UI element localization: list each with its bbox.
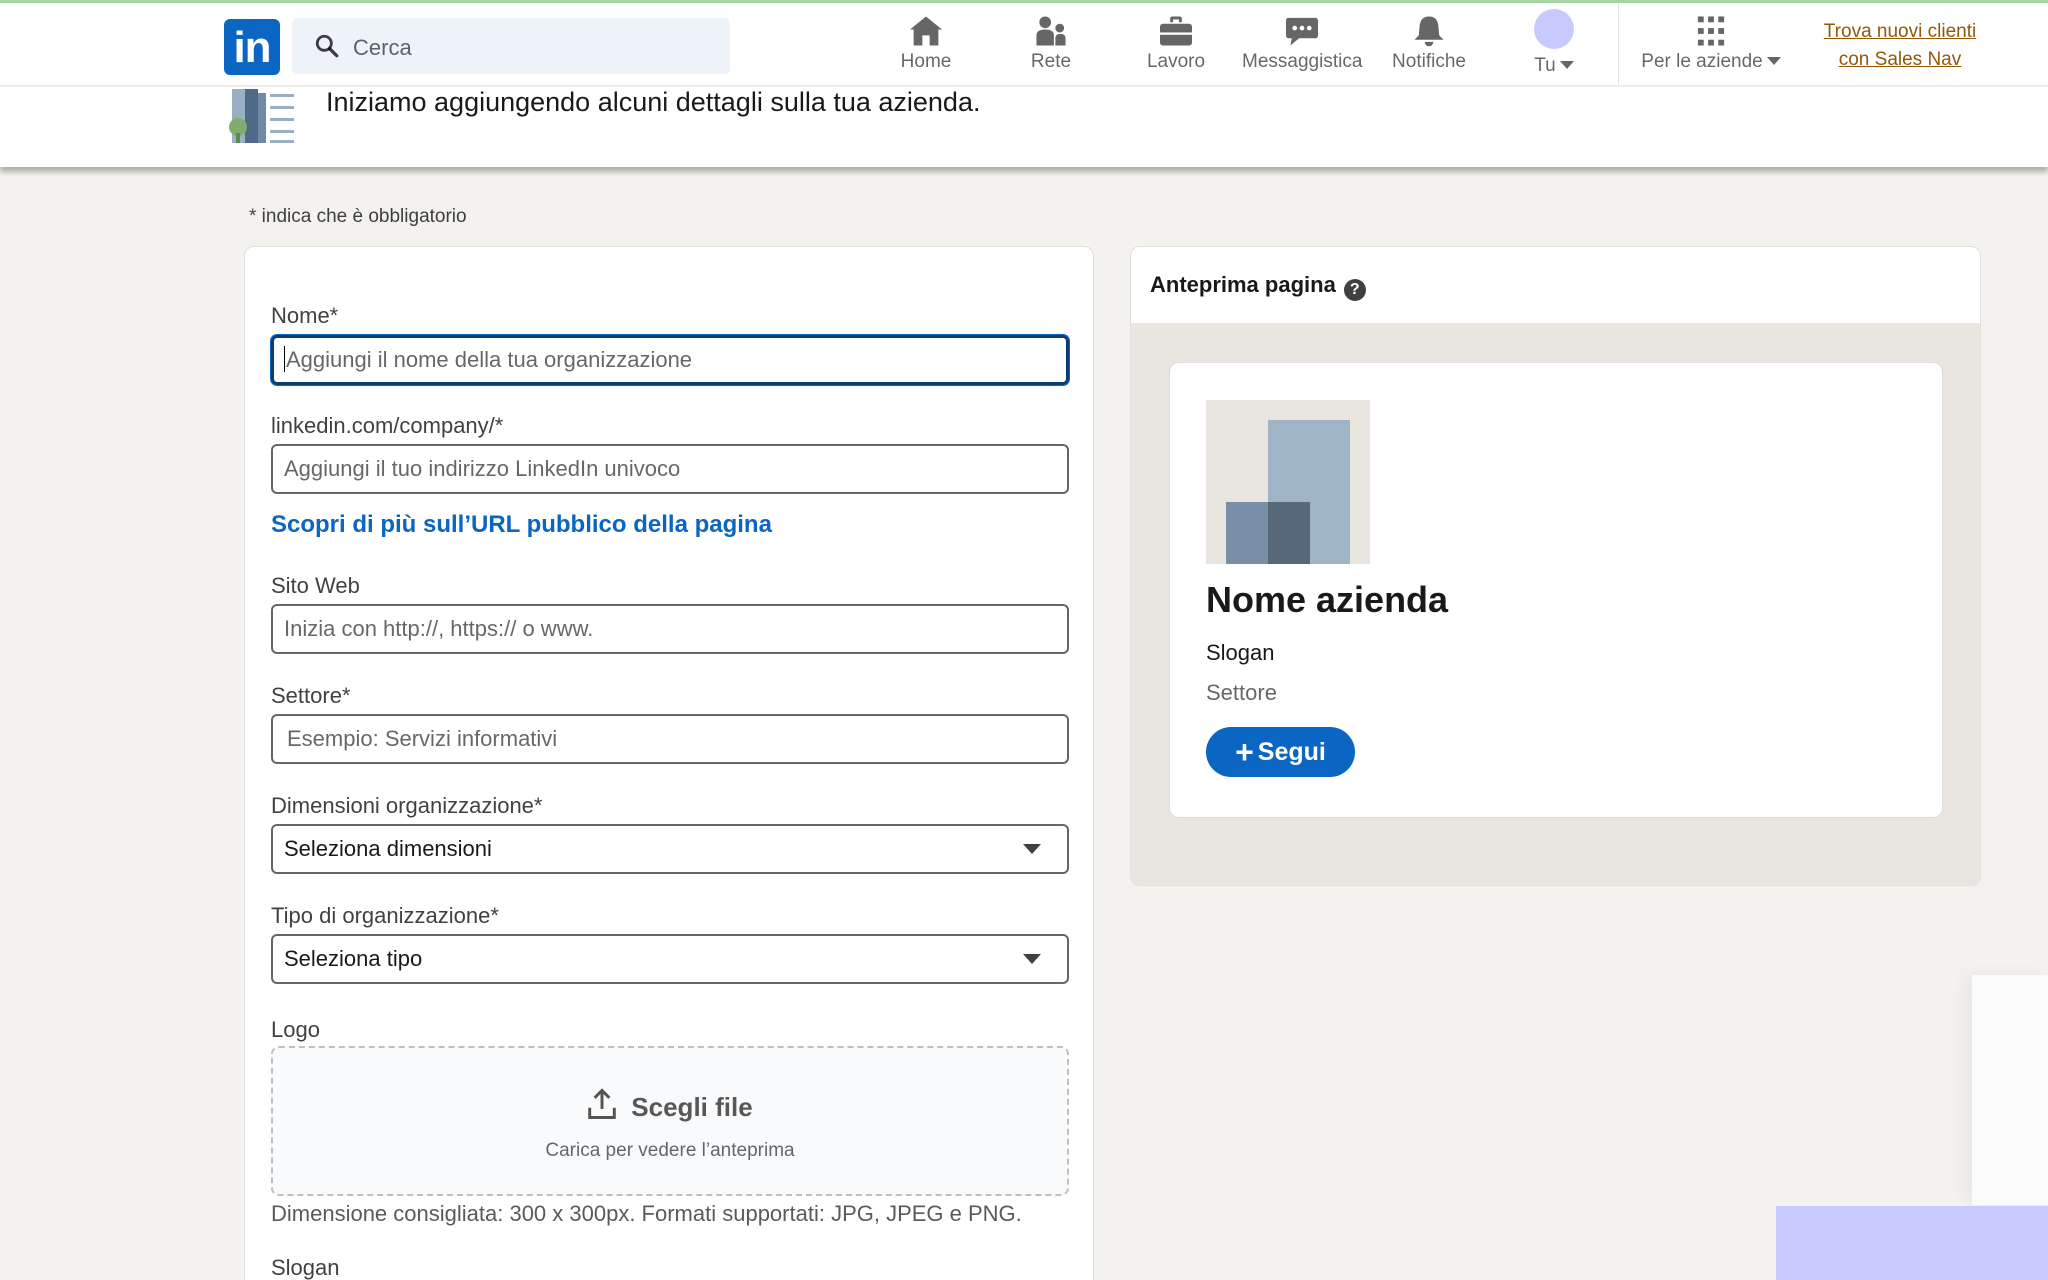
select-arrow-icon bbox=[1023, 954, 1041, 964]
choose-file-label: Scegli file bbox=[631, 1092, 753, 1122]
chevron-down-icon bbox=[1559, 61, 1574, 69]
select-arrow-icon bbox=[1023, 844, 1041, 854]
industry-input[interactable]: Esempio: Servizi informativi bbox=[271, 714, 1069, 764]
nav-jobs[interactable]: Lavoro bbox=[1116, 13, 1236, 81]
nav-notifications[interactable]: Notifiche bbox=[1369, 13, 1489, 81]
industry-label: Settore* bbox=[271, 683, 351, 708]
plus-icon: + bbox=[1235, 734, 1254, 770]
search-input[interactable]: Cerca bbox=[353, 35, 412, 61]
sales-nav-promo-link[interactable]: Trova nuovi clienti con Sales Nav bbox=[1808, 18, 1992, 74]
nav-for-business[interactable]: Per le aziende bbox=[1636, 13, 1786, 81]
name-label: Nome* bbox=[271, 303, 339, 328]
slogan-label: Slogan bbox=[271, 1255, 340, 1280]
promo-line-1: Trova nuovi clienti bbox=[1823, 21, 1977, 42]
nav-me[interactable]: Tu bbox=[1494, 9, 1614, 77]
search-bar[interactable]: Cerca bbox=[292, 18, 730, 74]
org-size-select[interactable]: Seleziona dimensioni bbox=[271, 824, 1069, 874]
logo-upload-dropzone[interactable]: Scegli file Carica per vedere l’anteprim… bbox=[271, 1046, 1069, 1196]
text-cursor bbox=[284, 346, 285, 372]
preview-company-name: Nome azienda bbox=[1206, 579, 1449, 620]
overlay-panel-fragment bbox=[1972, 975, 2048, 1205]
help-icon[interactable]: ? bbox=[1343, 279, 1366, 301]
follow-button[interactable]: + Segui bbox=[1206, 727, 1355, 777]
nav-me-label: Tu bbox=[1534, 55, 1556, 76]
logo-help-text: Dimensione consigliata: 300 x 300px. For… bbox=[271, 1201, 1022, 1226]
website-input[interactable]: Inizia con http://, https:// o www. bbox=[271, 604, 1069, 654]
linkedin-logo[interactable]: in bbox=[224, 19, 280, 75]
preview-slogan: Slogan bbox=[1206, 640, 1275, 665]
company-building-icon bbox=[229, 89, 294, 143]
messaging-icon bbox=[1286, 17, 1318, 46]
home-icon bbox=[910, 16, 942, 46]
preview-header: Anteprima pagina? bbox=[1131, 247, 1980, 323]
url-placeholder: Aggiungi il tuo indirizzo LinkedIn univo… bbox=[284, 456, 681, 481]
choose-file-button[interactable]: Scegli file bbox=[273, 1088, 1067, 1123]
preview-sector: Settore bbox=[1206, 680, 1277, 705]
nav-home-label: Home bbox=[900, 51, 952, 72]
messaging-overlay-fragment bbox=[1776, 1206, 2048, 1280]
name-placeholder: Aggiungi il nome della tua organizzazion… bbox=[286, 347, 693, 372]
logo-label: Logo bbox=[271, 1017, 320, 1042]
nav-divider bbox=[1618, 3, 1619, 86]
intro-heading: Iniziamo aggiungendo alcuni dettagli sul… bbox=[326, 87, 981, 117]
required-note: * indica che è obbligatorio bbox=[249, 206, 467, 227]
nav-messaging[interactable]: Messaggistica bbox=[1242, 13, 1362, 81]
network-icon bbox=[1036, 16, 1066, 46]
public-url-learn-more-link[interactable]: Scopri di più sull’URL pubblico della pa… bbox=[271, 511, 772, 539]
website-placeholder: Inizia con http://, https:// o www. bbox=[284, 616, 594, 641]
url-input[interactable]: Aggiungi il tuo indirizzo LinkedIn univo… bbox=[271, 444, 1069, 494]
company-preview-card: Nome azienda Slogan Settore + Segui bbox=[1169, 362, 1943, 818]
company-logo-placeholder bbox=[1206, 400, 1370, 564]
org-type-value: Seleziona tipo bbox=[284, 946, 423, 971]
upload-hint: Carica per vedere l’anteprima bbox=[545, 1140, 795, 1161]
avatar bbox=[1534, 9, 1574, 49]
org-size-label: Dimensioni organizzazione* bbox=[271, 793, 543, 818]
nav-notifications-label: Notifiche bbox=[1392, 51, 1466, 72]
industry-placeholder: Esempio: Servizi informativi bbox=[287, 726, 558, 751]
company-form: Nome* Aggiungi il nome della tua organiz… bbox=[244, 246, 1094, 1280]
promo-line-2: con Sales Nav bbox=[1838, 49, 1962, 70]
global-nav: in Cerca Home Rete Lavoro Messaggistica … bbox=[0, 3, 2048, 86]
upload-icon bbox=[588, 1088, 617, 1120]
chevron-down-icon bbox=[1766, 57, 1781, 65]
org-size-value: Seleziona dimensioni bbox=[284, 836, 492, 861]
website-label: Sito Web bbox=[271, 573, 360, 598]
bell-icon bbox=[1414, 16, 1444, 47]
url-label: linkedin.com/company/* bbox=[271, 413, 504, 438]
nav-network-label: Rete bbox=[1030, 51, 1072, 72]
intro-band: Iniziamo aggiungendo alcuni dettagli sul… bbox=[0, 87, 2048, 167]
org-type-select[interactable]: Seleziona tipo bbox=[271, 934, 1069, 984]
follow-label: Segui bbox=[1257, 738, 1326, 766]
nav-messaging-label: Messaggistica bbox=[1242, 51, 1363, 72]
preview-title: Anteprima pagina bbox=[1150, 272, 1336, 297]
name-input[interactable]: Aggiungi il nome della tua organizzazion… bbox=[271, 335, 1069, 385]
grid-apps-icon bbox=[1697, 16, 1725, 46]
org-type-label: Tipo di organizzazione* bbox=[271, 903, 499, 928]
nav-home[interactable]: Home bbox=[866, 13, 986, 81]
page-preview-panel: Anteprima pagina? Nome azienda Slogan Se… bbox=[1130, 246, 1981, 886]
search-icon bbox=[315, 34, 339, 58]
nav-jobs-label: Lavoro bbox=[1146, 51, 1206, 72]
preview-body: Nome azienda Slogan Settore + Segui bbox=[1131, 323, 1980, 885]
nav-business-label: Per le aziende bbox=[1641, 51, 1763, 72]
briefcase-icon bbox=[1160, 16, 1192, 46]
nav-network[interactable]: Rete bbox=[991, 13, 1111, 81]
